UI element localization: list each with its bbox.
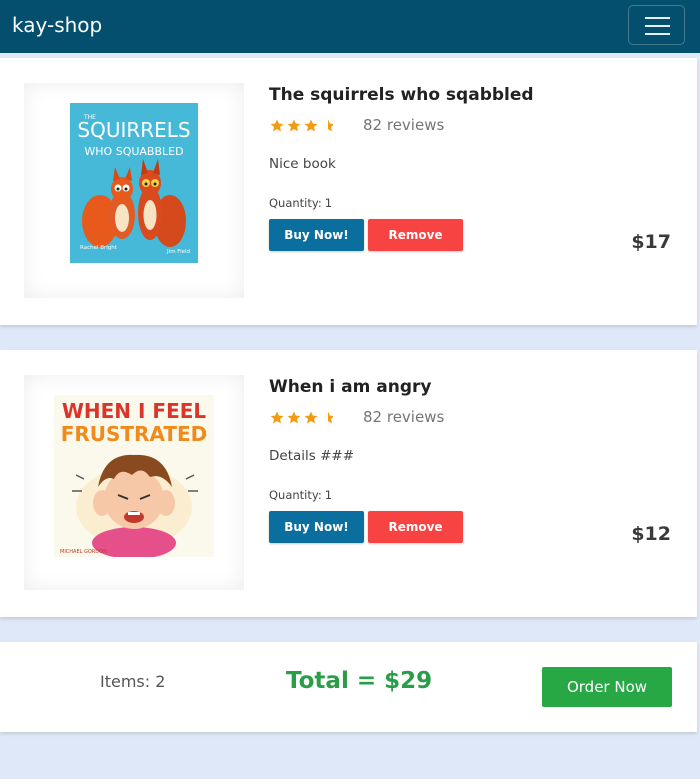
remove-button[interactable]: Remove [368, 219, 463, 251]
cover-author-left: Rachel Bright [80, 245, 118, 251]
star-rating-icon [270, 411, 333, 424]
menu-toggle-button[interactable] [628, 5, 685, 45]
product-price: $17 [631, 231, 671, 253]
cart-item: THE SQUIRRELS WHO SQUABBLED Rachel Brigh… [0, 58, 697, 325]
hamburger-icon-bar [645, 25, 670, 27]
brand-logo[interactable]: kay-shop [12, 13, 102, 37]
cover-line-2: FRUSTRATED [61, 422, 208, 446]
cover-line-1: WHEN I FEEL [62, 399, 207, 423]
cover-title-big: SQUIRRELS [77, 118, 190, 142]
cart-item: WHEN I FEEL FRUSTRATED MICHAEL GORDON Wh… [0, 350, 697, 617]
quantity-label: Quantity: [269, 196, 322, 210]
items-count: Items: 2 [100, 672, 166, 691]
product-title[interactable]: When i am angry [269, 377, 431, 397]
buy-now-button[interactable]: Buy Now! [269, 511, 364, 543]
buy-now-button[interactable]: Buy Now! [269, 219, 364, 251]
review-count[interactable]: 82 reviews [363, 116, 444, 134]
product-image-frame: WHEN I FEEL FRUSTRATED MICHAEL GORDON [24, 375, 244, 590]
product-details: Nice book [269, 156, 336, 172]
product-cover-image[interactable]: THE SQUIRRELS WHO SQUABBLED Rachel Brigh… [70, 103, 198, 263]
navbar: kay-shop [0, 0, 700, 53]
hamburger-icon [645, 17, 670, 19]
product-details: Details ### [269, 448, 355, 464]
cover-author: MICHAEL GORDON [60, 549, 107, 555]
star-rating [269, 118, 333, 134]
frustrated-cover-art: WHEN I FEEL FRUSTRATED MICHAEL GORDON [54, 395, 214, 559]
cover-title-rest: WHO SQUABBLED [84, 145, 183, 158]
cart-summary: Items: 2 Total = $29 Order Now [0, 642, 697, 732]
review-count[interactable]: 82 reviews [363, 408, 444, 426]
squirrels-cover-art: THE SQUIRRELS WHO SQUABBLED Rachel Brigh… [70, 103, 198, 263]
star-rating-icon [270, 119, 333, 132]
quantity-label: Quantity: [269, 488, 322, 502]
quantity-display: Quantity: 1 [269, 488, 332, 502]
product-image-frame: THE SQUIRRELS WHO SQUABBLED Rachel Brigh… [24, 83, 244, 298]
star-rating [269, 410, 333, 426]
quantity-value: 1 [324, 196, 333, 210]
order-now-button[interactable]: Order Now [542, 667, 672, 707]
cover-author-right: Jim Field [166, 249, 190, 255]
product-title[interactable]: The squirrels who sqabbled [269, 85, 534, 105]
hamburger-icon-bar [645, 33, 670, 35]
cart-total: Total = $29 [286, 668, 433, 694]
product-cover-image[interactable]: WHEN I FEEL FRUSTRATED MICHAEL GORDON [54, 395, 214, 559]
quantity-value: 1 [324, 488, 333, 502]
remove-button[interactable]: Remove [368, 511, 463, 543]
product-price: $12 [631, 523, 671, 545]
quantity-display: Quantity: 1 [269, 196, 332, 210]
